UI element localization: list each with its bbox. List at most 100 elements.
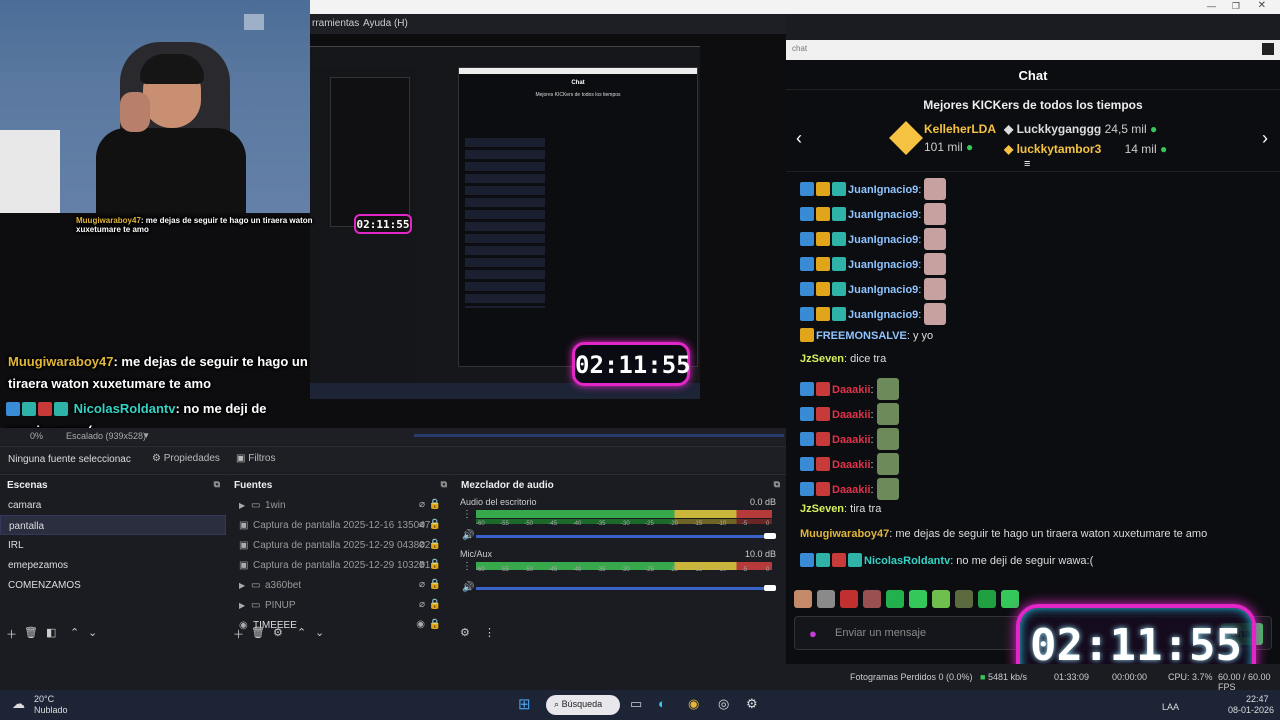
arrow-up-icon[interactable]: ⌃	[70, 626, 79, 639]
scene-label: camara	[8, 500, 42, 511]
speaker-icon[interactable]: 🔊	[462, 582, 474, 593]
collapse-icon[interactable]: ≡	[1024, 158, 1030, 170]
close-icon[interactable]	[1262, 43, 1274, 55]
chevron-down-icon[interactable]: ▾	[144, 430, 149, 441]
add-icon[interactable]: ＋	[233, 626, 244, 642]
meter-tick-label: -30	[621, 567, 630, 573]
edge-icon[interactable]: ◐	[658, 696, 666, 711]
filters-button[interactable]: ▣ Filtros	[236, 453, 275, 464]
chat-username[interactable]: FREEMONSALVE	[816, 330, 907, 342]
eye-off-icon[interactable]: ⌀	[419, 519, 425, 530]
source-item[interactable]: ▣ Captura de pantalla 2025-12-29 043802. ⌀…	[227, 535, 453, 555]
chat-username[interactable]: JuanIgnacio9	[848, 184, 918, 196]
chat-username[interactable]: Daaakii	[832, 484, 871, 496]
chat-username[interactable]: JuanIgnacio9	[848, 259, 918, 271]
user-badge-icon	[800, 328, 814, 342]
dock-popout-icon[interactable]: ⧉	[441, 479, 447, 490]
minimize-icon[interactable]: —	[1207, 1, 1216, 11]
gear-icon[interactable]: ⚙	[273, 626, 283, 639]
chevron-right-icon[interactable]: ›	[1262, 128, 1268, 149]
close-icon[interactable]: ✕	[1258, 0, 1266, 11]
source-item[interactable]: ▶ ▭ a360bet ⌀ 🔒	[227, 575, 453, 595]
scene-item[interactable]: camara	[0, 495, 226, 515]
clock-date[interactable]: 08-01-2026	[1228, 705, 1274, 715]
weather-temp[interactable]: 20°C	[34, 694, 54, 704]
clock-time[interactable]: 22:47	[1246, 694, 1269, 704]
volume-slider[interactable]	[476, 587, 768, 590]
trash-icon[interactable]: 🗑	[251, 626, 265, 639]
scene-item[interactable]: emepezamos	[0, 555, 226, 575]
eye-off-icon[interactable]: ⌀	[419, 499, 425, 510]
language-indicator[interactable]: LAA	[1162, 702, 1179, 712]
cloud-icon[interactable]: ☁	[12, 696, 25, 712]
lock-icon[interactable]: 🔒	[429, 599, 441, 610]
chrome-icon[interactable]: ◉	[688, 696, 699, 712]
user-badge-icon	[800, 482, 814, 496]
scene-item[interactable]: COMENZAMOS	[0, 575, 226, 595]
kebab-menu-icon[interactable]: ⋮	[462, 561, 472, 572]
chat-username[interactable]: Muugiwaraboy47	[800, 528, 889, 540]
lock-icon[interactable]: 🔒	[429, 559, 441, 570]
properties-button[interactable]: ⚙ Propiedades	[152, 453, 220, 464]
chevron-right-icon[interactable]: ▶	[239, 601, 251, 610]
chat-username[interactable]: Daaakii	[832, 384, 871, 396]
mixer-settings-icon[interactable]: ⚙	[460, 626, 470, 639]
eye-off-icon[interactable]: ⌀	[419, 579, 425, 590]
scaling-label[interactable]: Escalado (939x528)	[66, 431, 146, 441]
lock-icon[interactable]: 🔒	[429, 539, 441, 550]
filter-icon[interactable]: ◧	[46, 626, 56, 639]
source-item[interactable]: ▣ Captura de pantalla 2025-12-16 135047. ⌀…	[227, 515, 453, 535]
arrow-down-icon[interactable]: ⌄	[88, 626, 97, 639]
arrow-down-icon[interactable]: ⌄	[315, 626, 324, 639]
eye-off-icon[interactable]: ⌀	[419, 539, 425, 550]
lock-icon[interactable]: 🔒	[429, 499, 441, 510]
lock-icon[interactable]: 🔒	[429, 519, 441, 530]
start-icon[interactable]: ⊞	[518, 695, 531, 713]
chat-username[interactable]: JuanIgnacio9	[848, 209, 918, 221]
volume-slider-knob[interactable]	[764, 533, 776, 539]
weather-desc[interactable]: Nublado	[34, 705, 68, 715]
obs-icon[interactable]: ◎	[718, 696, 729, 712]
source-item[interactable]: ▶ ▭ 1win ⌀ 🔒	[227, 495, 453, 515]
chat-username[interactable]: NicolasRoldantv	[864, 555, 950, 567]
chat-username[interactable]: Daaakii	[832, 409, 871, 421]
chevron-right-icon[interactable]: ▶	[239, 581, 251, 590]
search-box[interactable]: ⌕ Búsqueda	[546, 695, 620, 715]
task-view-icon[interactable]: ▭	[630, 696, 642, 712]
source-item[interactable]: ▣ Captura de pantalla 2025-12-29 103251. ⌀…	[227, 555, 453, 575]
menu-help[interactable]: Ayuda (H)	[363, 18, 408, 29]
microphone-icon[interactable]: ●	[809, 626, 817, 641]
scene-item[interactable]: pantalla	[0, 515, 226, 535]
eye-off-icon[interactable]: ⌀	[419, 599, 425, 610]
kebab-menu-icon[interactable]: ⋮	[462, 509, 472, 520]
scene-item[interactable]: IRL	[0, 535, 226, 555]
lock-icon[interactable]: 🔒	[429, 579, 441, 590]
chat-username[interactable]: JzSeven	[800, 353, 844, 365]
restore-icon[interactable]: ❐	[1232, 1, 1240, 12]
dock-popout-icon[interactable]: ⧉	[214, 479, 220, 490]
chat-username[interactable]: JzSeven	[800, 503, 844, 515]
chat-text: :	[918, 209, 922, 221]
chat-message: JuanIgnacio9:	[786, 222, 1280, 250]
add-icon[interactable]: ＋	[6, 626, 17, 642]
kebab-menu-icon[interactable]: ⋮	[484, 626, 495, 639]
chat-username[interactable]: JuanIgnacio9	[848, 284, 918, 296]
trash-icon[interactable]: 🗑	[24, 626, 38, 639]
preview-scrollbar[interactable]	[414, 434, 784, 437]
chat-username[interactable]: JuanIgnacio9	[848, 309, 918, 321]
dock-popout-icon[interactable]: ⧉	[774, 479, 780, 490]
user-badge-icon	[832, 282, 846, 296]
steam-icon[interactable]: ⚙	[746, 696, 758, 712]
chat-username[interactable]: Daaakii	[832, 459, 871, 471]
arrow-up-icon[interactable]: ⌃	[297, 626, 306, 639]
eye-off-icon[interactable]: ⌀	[419, 559, 425, 570]
speaker-icon[interactable]: 🔊	[462, 530, 474, 541]
source-item[interactable]: ▶ ▭ PINUP ⌀ 🔒	[227, 595, 453, 615]
chevron-right-icon[interactable]: ▶	[239, 501, 251, 510]
menu-tools[interactable]: rramientas	[312, 18, 359, 29]
volume-slider-knob[interactable]	[764, 585, 776, 591]
volume-slider[interactable]	[476, 535, 768, 538]
chat-username[interactable]: Daaakii	[832, 434, 871, 446]
chevron-left-icon[interactable]: ‹	[796, 128, 802, 149]
chat-username[interactable]: JuanIgnacio9	[848, 234, 918, 246]
